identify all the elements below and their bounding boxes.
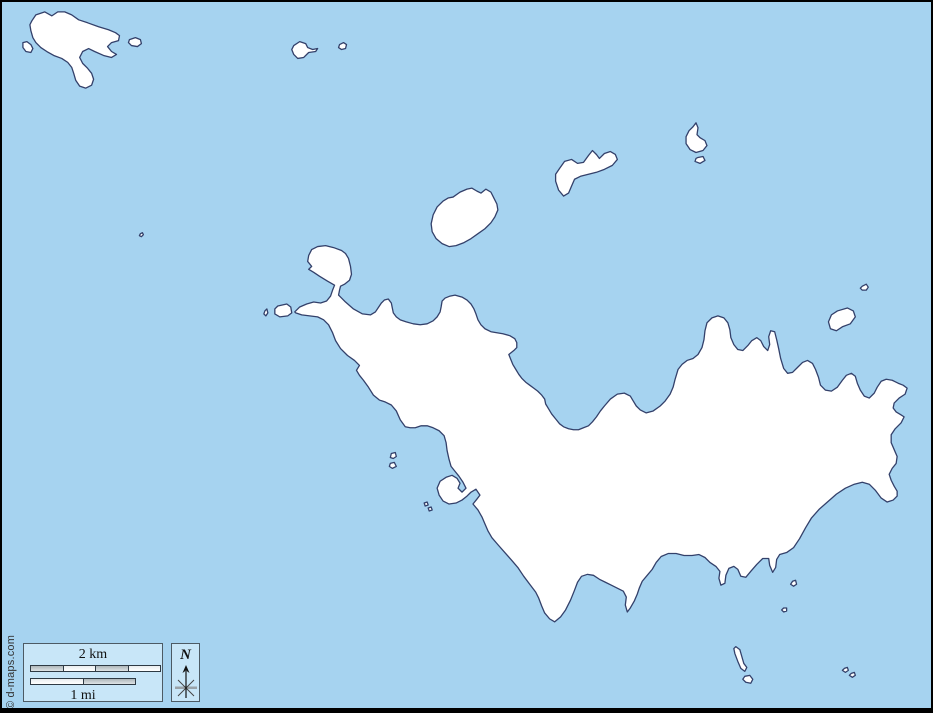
scale-bar-box: 2 km 1 mi <box>23 643 163 702</box>
compass-icon <box>174 665 198 701</box>
map-canvas: 2 km 1 mi N → Mercator © d-maps.com <box>0 0 933 713</box>
islet-southwest-a <box>390 453 396 459</box>
scale-segment <box>31 666 63 671</box>
north-arrow-box: N <box>171 643 200 702</box>
scale-mi-bar <box>30 678 136 685</box>
islet-west-arm-a <box>275 304 292 317</box>
scale-segment <box>31 679 83 684</box>
islet-harbor-b <box>428 507 432 511</box>
scale-segment <box>83 679 136 684</box>
basemap-svg <box>2 2 931 708</box>
islet-southeast-b <box>782 608 787 612</box>
scale-km-label: 2 km <box>24 648 162 662</box>
scale-segment <box>128 666 161 671</box>
scale-mi-label: 1 mi <box>30 689 136 703</box>
scale-segment <box>63 666 96 671</box>
north-label: N <box>172 647 199 664</box>
copyright-notice: © d-maps.com <box>5 635 17 709</box>
scale-segment <box>95 666 128 671</box>
islet-west-speck <box>139 233 143 237</box>
scale-km-bar <box>30 665 161 672</box>
islet-harbor-a <box>424 502 428 506</box>
islet-southwest-b <box>389 462 396 468</box>
islet-northwest-east <box>128 38 141 47</box>
